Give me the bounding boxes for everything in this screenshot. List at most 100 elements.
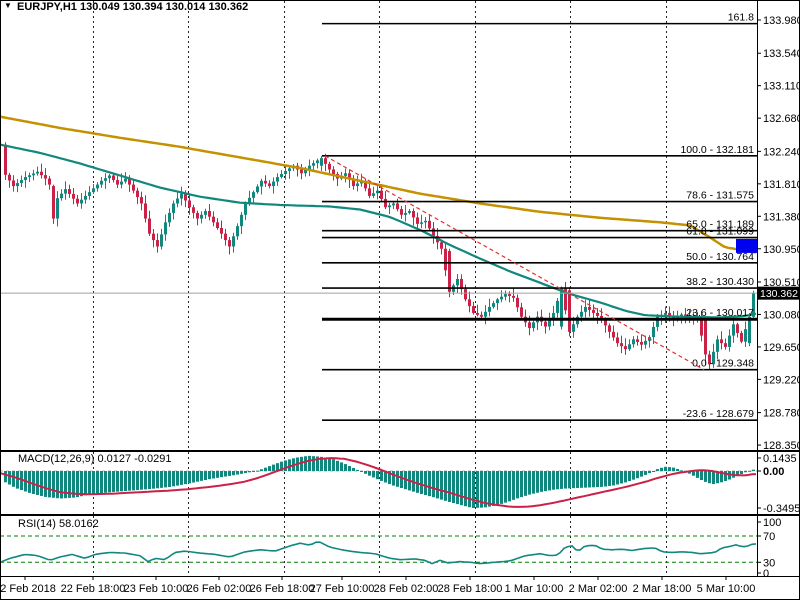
price-axis[interactable]: 133.980133.540133.110132.680132.240131.8… xyxy=(757,15,800,452)
macd-histogram-bar xyxy=(236,471,239,475)
macd-histogram-bar xyxy=(488,471,491,507)
candle xyxy=(32,174,35,176)
candle xyxy=(560,289,563,327)
candle xyxy=(196,213,199,219)
macd-histogram-bar xyxy=(324,458,327,471)
candle xyxy=(20,180,23,183)
macd-histogram-bar xyxy=(112,471,115,492)
candle xyxy=(388,205,391,207)
candle xyxy=(144,203,147,218)
candle xyxy=(84,196,87,200)
candle xyxy=(92,188,95,192)
candle xyxy=(200,215,203,219)
macd-histogram-bar xyxy=(332,459,335,471)
rsi-tick-label: 0 xyxy=(763,568,769,580)
macd-histogram-bar xyxy=(612,471,615,485)
fib-level-label: 23.6 - 130.017 xyxy=(686,307,754,319)
candle xyxy=(268,183,271,186)
candle xyxy=(220,228,223,234)
macd-axis[interactable]: 0.14350.00-0.3495 xyxy=(757,453,800,515)
candle xyxy=(280,174,283,177)
macd-histogram-bar xyxy=(140,471,143,490)
candle xyxy=(104,178,107,181)
candle xyxy=(140,197,143,203)
macd-histogram-bar xyxy=(108,471,111,492)
macd-histogram-bar xyxy=(232,471,235,475)
mt4-chart-window[interactable]: 161.8100.0 - 132.18178.6 - 131.57565.0 -… xyxy=(0,0,800,600)
candle xyxy=(180,194,183,199)
candle xyxy=(68,189,71,194)
candle xyxy=(96,185,99,189)
macd-histogram-bar xyxy=(516,471,519,498)
candle xyxy=(572,324,575,332)
macd-histogram-bar xyxy=(492,471,495,506)
rsi-pane xyxy=(0,536,757,564)
current-price-tag-text: 130.362 xyxy=(760,288,798,300)
macd-histogram-bar xyxy=(512,471,515,500)
candle xyxy=(616,337,619,343)
macd-histogram-bar xyxy=(608,471,611,486)
macd-histogram-bar xyxy=(680,470,683,471)
candle xyxy=(444,249,447,271)
candle xyxy=(548,320,551,327)
macd-histogram-bar xyxy=(160,471,163,488)
macd-histogram-bar xyxy=(8,471,11,485)
macd-histogram-bar xyxy=(508,471,511,501)
candle xyxy=(508,294,511,296)
price-tick-label: 130.950 xyxy=(763,244,800,256)
candle xyxy=(464,289,467,299)
macd-histogram-bar xyxy=(392,471,395,486)
macd-histogram-bar xyxy=(152,471,155,489)
candle xyxy=(376,191,379,194)
time-tick-label: 26 Feb 18:00 xyxy=(250,583,315,595)
candle xyxy=(44,175,47,178)
macd-histogram-bar xyxy=(168,471,171,487)
macd-histogram-bar xyxy=(496,471,499,505)
chart-canvas[interactable]: 161.8100.0 - 132.18178.6 - 131.57565.0 -… xyxy=(0,0,800,600)
candle xyxy=(472,306,475,313)
macd-histogram-bar xyxy=(592,471,595,487)
candle xyxy=(40,172,43,175)
macd-histogram-bar xyxy=(472,471,475,508)
candle xyxy=(428,221,431,229)
macd-histogram-bar xyxy=(444,471,447,501)
candle xyxy=(276,177,279,182)
candle xyxy=(456,279,459,285)
candle xyxy=(488,307,491,312)
time-tick-label: 23 Feb 10:00 xyxy=(124,583,189,595)
candle xyxy=(592,310,595,313)
fib-level-label: 50.0 - 130.764 xyxy=(686,251,754,263)
candle xyxy=(212,217,215,223)
macd-tick-label: 0.00 xyxy=(763,466,784,478)
macd-histogram-bar xyxy=(372,471,375,477)
price-tick-label: 130.080 xyxy=(763,309,800,321)
candle xyxy=(640,342,643,345)
candle xyxy=(492,303,495,307)
rsi-axis[interactable]: 10070300 xyxy=(757,517,781,580)
macd-histogram-bar xyxy=(584,471,587,488)
candle xyxy=(372,193,375,196)
candle xyxy=(152,234,155,240)
macd-histogram-bar xyxy=(580,471,583,488)
macd-histogram-bar xyxy=(116,471,119,492)
price-tick-label: 128.350 xyxy=(763,440,800,452)
macd-histogram-bar xyxy=(84,471,87,495)
candle xyxy=(168,213,171,222)
macd-histogram-bar xyxy=(240,471,243,474)
time-tick-label: 2 Mar 18:00 xyxy=(633,583,692,595)
macd-histogram-bar xyxy=(308,456,311,471)
candle xyxy=(112,176,115,181)
macd-histogram-bar xyxy=(356,470,359,471)
candle xyxy=(368,188,371,196)
candle xyxy=(224,234,227,240)
macd-histogram-bar xyxy=(120,471,123,491)
candle xyxy=(652,327,655,337)
macd-histogram-bar xyxy=(540,471,543,492)
price-tick-label: 133.540 xyxy=(763,48,800,60)
macd-histogram-bar xyxy=(656,469,659,471)
candle xyxy=(396,203,399,209)
candle xyxy=(520,307,523,316)
candle xyxy=(320,158,323,166)
candle xyxy=(532,322,535,328)
time-axis[interactable]: 22 Feb 201822 Feb 18:0023 Feb 10:0026 Fe… xyxy=(0,576,755,595)
